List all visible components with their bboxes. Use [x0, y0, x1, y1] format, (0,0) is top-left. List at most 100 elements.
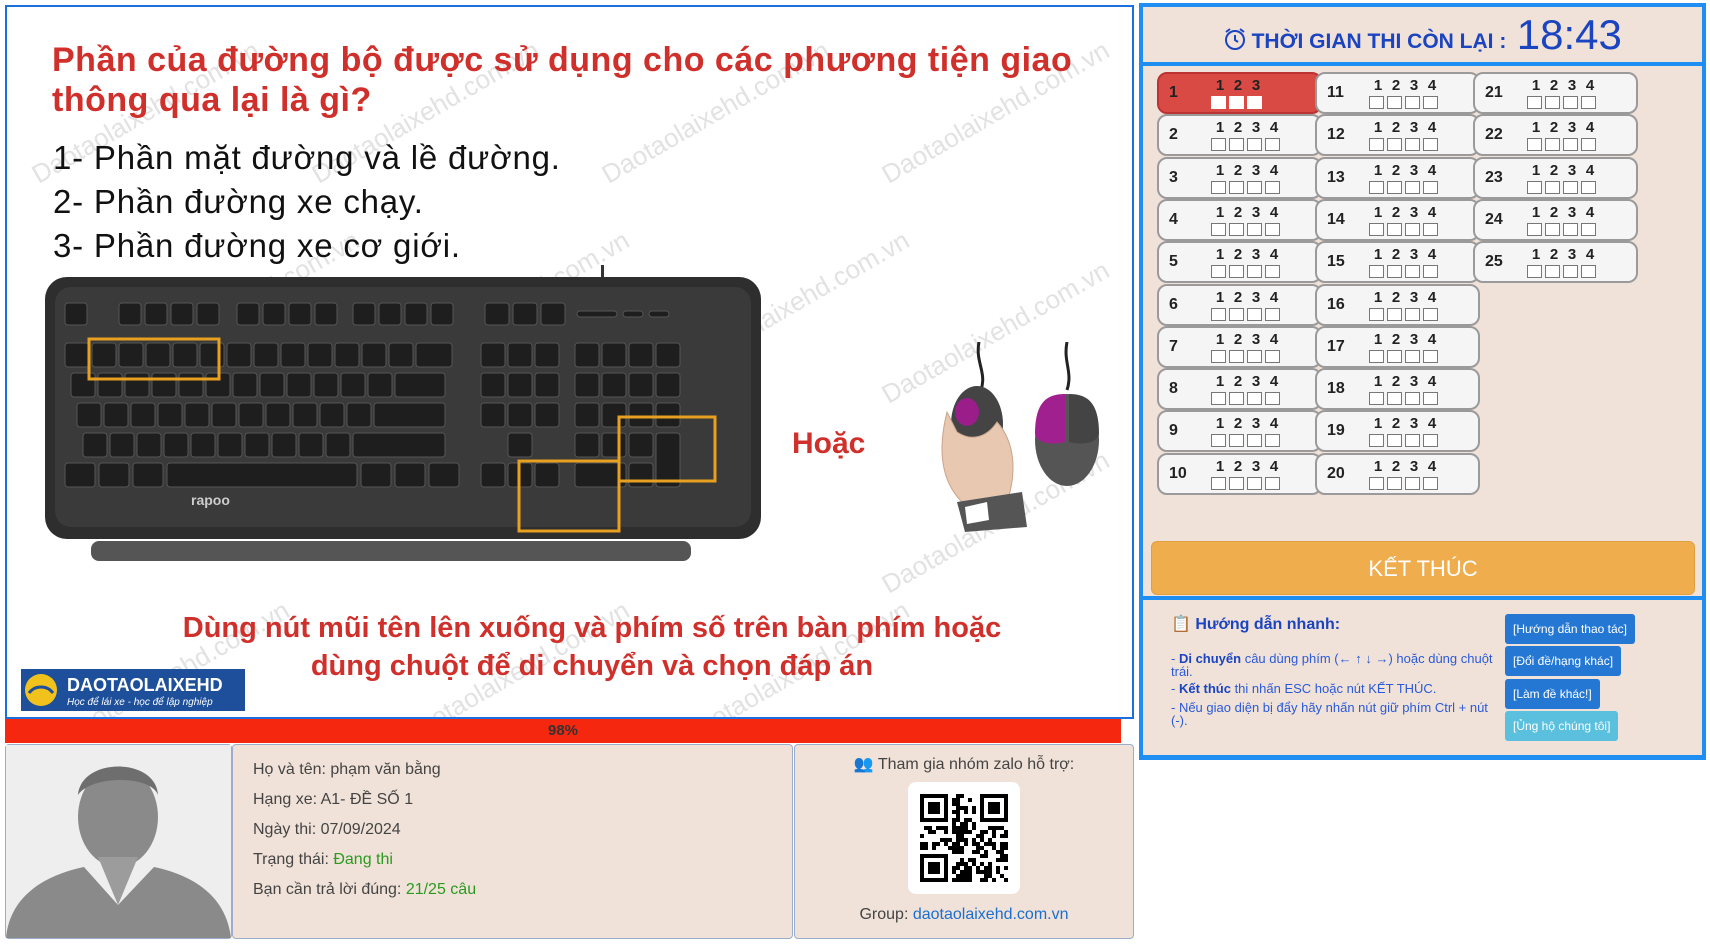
answer-checkbox[interactable]: [1247, 138, 1262, 152]
answer-checkbox[interactable]: [1229, 349, 1244, 363]
question-cell[interactable]: 25 1 2 3 4: [1473, 241, 1638, 284]
answer-checkbox[interactable]: [1423, 392, 1438, 406]
answer-checkbox[interactable]: [1211, 265, 1226, 279]
answer-checkbox[interactable]: [1247, 476, 1262, 490]
answer-checkbox[interactable]: [1405, 180, 1420, 194]
finish-button[interactable]: KẾT THÚC: [1151, 541, 1695, 595]
answer-checkbox[interactable]: [1527, 96, 1542, 109]
answer-checkbox[interactable]: [1265, 349, 1280, 363]
question-cell[interactable]: 24 1 2 3 4: [1473, 198, 1638, 241]
answer-checkbox[interactable]: [1211, 96, 1226, 109]
answer-checkbox[interactable]: [1387, 392, 1402, 406]
question-cell[interactable]: 21234: [1157, 114, 1322, 157]
question-cell[interactable]: 23 1 2 3 4: [1473, 156, 1638, 199]
answer-checkbox[interactable]: [1387, 96, 1402, 109]
answer-checkbox[interactable]: [1265, 434, 1280, 448]
answer-checkbox[interactable]: [1265, 265, 1280, 279]
question-cell[interactable]: 21 1 2 3 4: [1473, 72, 1638, 114]
answer-checkbox[interactable]: [1229, 265, 1244, 279]
answer-checkbox[interactable]: [1211, 180, 1226, 194]
answer-checkbox[interactable]: [1581, 222, 1596, 236]
answer-checkbox[interactable]: [1545, 222, 1560, 236]
question-cell[interactable]: 5 1234: [1157, 241, 1322, 284]
question-cell[interactable]: 1123: [1157, 72, 1322, 114]
answer-checkbox[interactable]: [1229, 138, 1244, 152]
answer-checkbox[interactable]: [1545, 180, 1560, 194]
answer-checkbox[interactable]: [1423, 307, 1438, 321]
question-cell[interactable]: 13 1 2 3 4: [1315, 156, 1480, 199]
answer-checkbox[interactable]: [1563, 265, 1578, 279]
answer-checkbox[interactable]: [1211, 307, 1226, 321]
answer-checkbox[interactable]: [1369, 265, 1384, 279]
answer-option-2[interactable]: 2- Phần đường xe chạy.: [53, 183, 424, 221]
answer-checkbox[interactable]: [1405, 307, 1420, 321]
answer-checkbox[interactable]: [1229, 222, 1244, 236]
answer-checkbox[interactable]: [1247, 222, 1262, 236]
answer-checkbox[interactable]: [1545, 96, 1560, 109]
answer-checkbox[interactable]: [1247, 434, 1262, 448]
answer-checkbox[interactable]: [1423, 138, 1438, 152]
answer-checkbox[interactable]: [1229, 434, 1244, 448]
guide-button[interactable]: [Hướng dẫn thao tác]: [1505, 614, 1635, 644]
question-cell[interactable]: 20 1 2 3 4: [1315, 452, 1480, 495]
support-us-button[interactable]: [Ủng hộ chúng tôi]: [1505, 711, 1619, 741]
answer-checkbox[interactable]: [1545, 265, 1560, 279]
answer-checkbox[interactable]: [1265, 307, 1280, 321]
answer-checkbox[interactable]: [1211, 349, 1226, 363]
change-exam-button[interactable]: [Đổi đề/hạng khác]: [1505, 646, 1622, 676]
question-cell[interactable]: 12 1 2 3 4: [1315, 114, 1480, 157]
answer-checkbox[interactable]: [1387, 180, 1402, 194]
answer-checkbox[interactable]: [1423, 349, 1438, 363]
answer-checkbox[interactable]: [1369, 349, 1384, 363]
question-cell[interactable]: 8 1234: [1157, 368, 1322, 411]
answer-checkbox[interactable]: [1527, 138, 1542, 152]
zalo-group-link[interactable]: daotaolaixehd.com.vn: [913, 906, 1069, 923]
answer-checkbox[interactable]: [1211, 392, 1226, 406]
question-cell[interactable]: 16 1 2 3 4: [1315, 283, 1480, 326]
answer-checkbox[interactable]: [1369, 138, 1384, 152]
answer-checkbox[interactable]: [1265, 476, 1280, 490]
answer-checkbox[interactable]: [1423, 265, 1438, 279]
answer-checkbox[interactable]: [1405, 265, 1420, 279]
question-cell[interactable]: 10 1 2 3 4: [1157, 452, 1322, 495]
answer-checkbox[interactable]: [1369, 222, 1384, 236]
answer-checkbox[interactable]: [1423, 96, 1438, 109]
answer-checkbox[interactable]: [1581, 265, 1596, 279]
question-cell[interactable]: 19 1 2 3 4: [1315, 410, 1480, 453]
answer-checkbox[interactable]: [1405, 392, 1420, 406]
answer-checkbox[interactable]: [1211, 222, 1226, 236]
answer-checkbox[interactable]: [1247, 392, 1262, 406]
answer-checkbox[interactable]: [1211, 138, 1226, 152]
answer-checkbox[interactable]: [1229, 392, 1244, 406]
answer-checkbox[interactable]: [1369, 476, 1384, 490]
answer-checkbox[interactable]: [1581, 96, 1596, 109]
answer-checkbox[interactable]: [1563, 180, 1578, 194]
answer-checkbox[interactable]: [1387, 476, 1402, 490]
answer-checkbox[interactable]: [1405, 138, 1420, 152]
answer-checkbox[interactable]: [1527, 222, 1542, 236]
answer-checkbox[interactable]: [1247, 180, 1262, 194]
answer-checkbox[interactable]: [1405, 349, 1420, 363]
question-cell[interactable]: 31234: [1157, 156, 1322, 199]
answer-checkbox[interactable]: [1265, 180, 1280, 194]
answer-option-1[interactable]: 1- Phần mặt đường và lề đường.: [53, 139, 561, 177]
question-cell[interactable]: 9 1234: [1157, 410, 1322, 453]
answer-checkbox[interactable]: [1387, 349, 1402, 363]
answer-checkbox[interactable]: [1387, 265, 1402, 279]
answer-checkbox[interactable]: [1405, 434, 1420, 448]
answer-checkbox[interactable]: [1563, 222, 1578, 236]
answer-checkbox[interactable]: [1369, 180, 1384, 194]
answer-checkbox[interactable]: [1527, 180, 1542, 194]
answer-checkbox[interactable]: [1387, 222, 1402, 236]
answer-checkbox[interactable]: [1247, 349, 1262, 363]
answer-option-3[interactable]: 3- Phần đường xe cơ giới.: [53, 227, 461, 265]
answer-checkbox[interactable]: [1405, 476, 1420, 490]
answer-checkbox[interactable]: [1545, 138, 1560, 152]
answer-checkbox[interactable]: [1211, 476, 1226, 490]
answer-checkbox[interactable]: [1265, 392, 1280, 406]
answer-checkbox[interactable]: [1229, 476, 1244, 490]
answer-checkbox[interactable]: [1247, 307, 1262, 321]
answer-checkbox[interactable]: [1265, 138, 1280, 152]
answer-checkbox[interactable]: [1563, 96, 1578, 109]
answer-checkbox[interactable]: [1563, 138, 1578, 152]
